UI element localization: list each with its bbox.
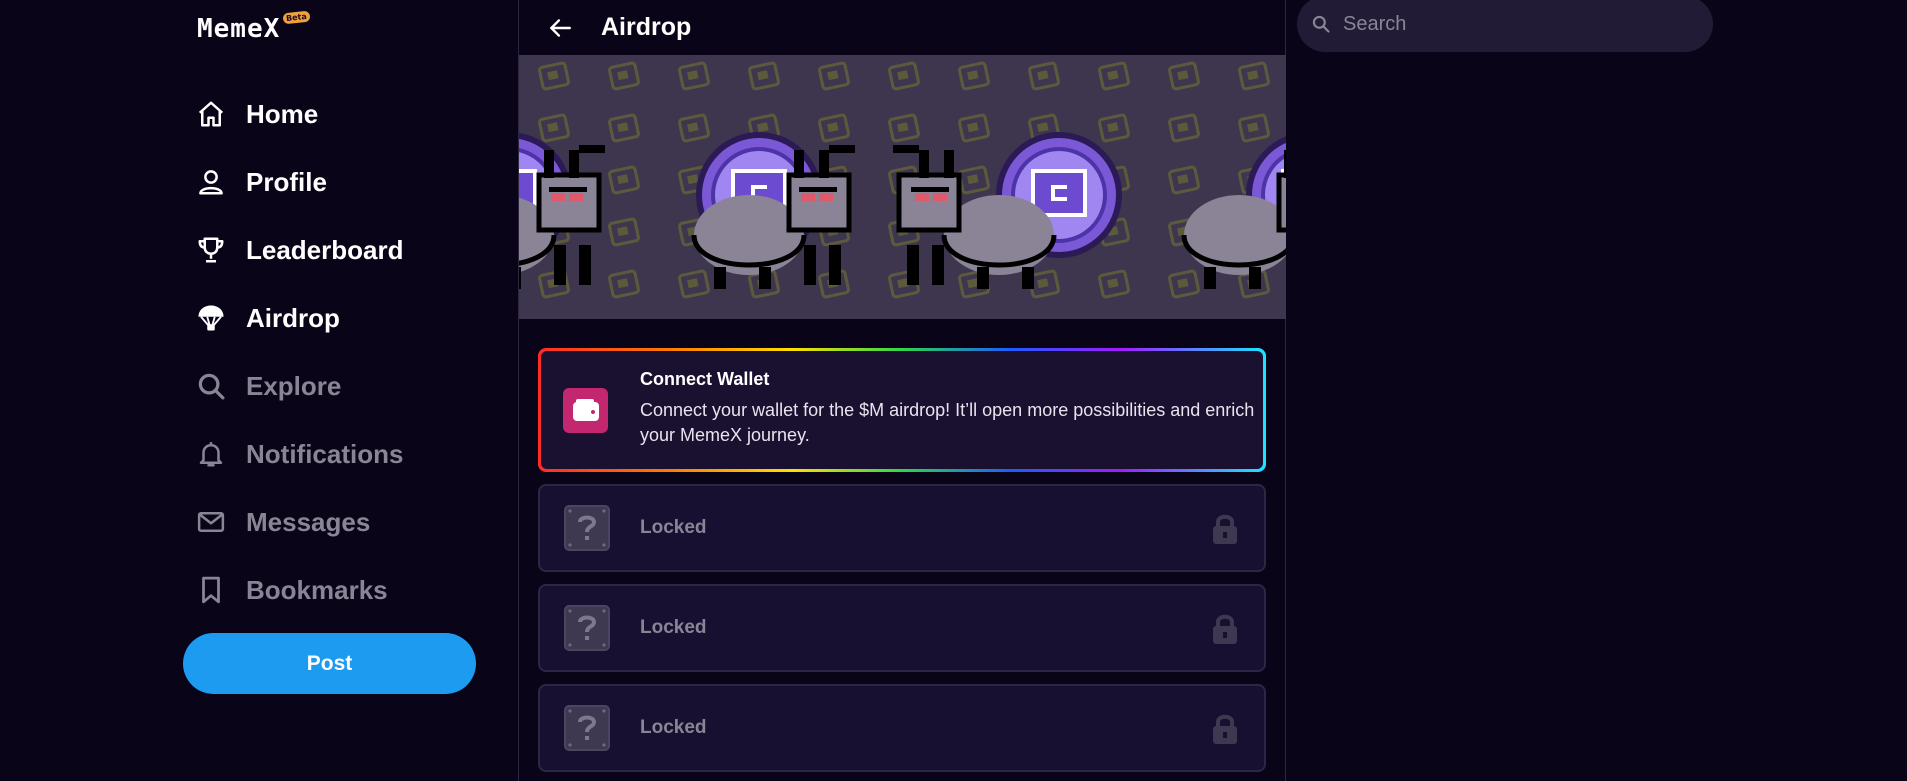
main-nav: Home Profile Leaderboard Airdrop Explore…	[196, 80, 476, 624]
mail-icon	[196, 505, 230, 539]
user-icon	[196, 165, 230, 199]
connect-wallet-card-body: Connect Wallet Connect your wallet for t…	[541, 351, 1263, 469]
nav-item-profile[interactable]: Profile	[196, 148, 476, 216]
nav-label: Bookmarks	[246, 574, 388, 605]
beta-badge: Beta	[282, 10, 311, 25]
nav-label: Profile	[246, 166, 327, 197]
main-column: Airdrop Connect Wallet Connect your wall…	[518, 0, 1286, 781]
nav-label: Home	[246, 98, 319, 129]
page-title: Airdrop	[601, 13, 692, 41]
memex-logo[interactable]: MemeX Beta	[197, 10, 311, 44]
question-block-icon	[564, 705, 610, 751]
lock-icon	[1213, 614, 1237, 644]
search-bar[interactable]	[1297, 0, 1713, 52]
locked-task-card: Locked	[538, 584, 1266, 672]
wallet-icon	[563, 387, 608, 433]
nav-item-bookmarks[interactable]: Bookmarks	[196, 556, 476, 624]
nav-item-leaderboard[interactable]: Leaderboard	[196, 216, 476, 284]
sidebar: MemeX Beta Home Profile Leaderboard Aird…	[0, 0, 518, 781]
back-arrow-icon[interactable]	[547, 13, 577, 43]
question-block-icon	[564, 605, 610, 651]
airdrop-banner-image	[519, 55, 1286, 319]
locked-task-card: Locked	[538, 684, 1266, 772]
bell-icon	[196, 437, 230, 471]
nav-item-explore[interactable]: Explore	[196, 352, 476, 420]
bookmark-icon	[196, 573, 230, 607]
home-icon	[196, 97, 230, 131]
trophy-icon	[196, 233, 230, 267]
nav-label: Messages	[246, 506, 371, 537]
nav-label: Notifications	[246, 438, 404, 469]
app-root: MemeX Beta Home Profile Leaderboard Aird…	[0, 0, 1907, 781]
locked-label: Locked	[640, 517, 707, 538]
nav-item-notifications[interactable]: Notifications	[196, 420, 476, 488]
connect-wallet-title: Connect Wallet	[640, 368, 770, 389]
nav-item-airdrop[interactable]: Airdrop	[196, 284, 476, 352]
parachute-icon	[196, 301, 230, 335]
question-block-icon	[564, 505, 610, 551]
airdrop-tasks: Connect Wallet Connect your wallet for t…	[538, 348, 1266, 772]
nav-label: Leaderboard	[246, 234, 404, 265]
search-icon	[196, 369, 230, 403]
locked-label: Locked	[640, 717, 707, 738]
nav-label: Airdrop	[246, 302, 340, 333]
nav-item-home[interactable]: Home	[196, 80, 476, 148]
locked-task-card: Locked	[538, 484, 1266, 572]
lock-icon	[1213, 714, 1237, 744]
nav-label: Explore	[246, 370, 342, 401]
search-icon	[1312, 15, 1330, 33]
post-button[interactable]: Post	[183, 633, 476, 694]
page-header: Airdrop	[519, 0, 1285, 55]
connect-wallet-text: Connect Wallet Connect your wallet for t…	[640, 369, 1260, 448]
locked-label: Locked	[640, 617, 707, 638]
connect-wallet-card[interactable]: Connect Wallet Connect your wallet for t…	[538, 348, 1266, 472]
lock-icon	[1213, 514, 1237, 544]
nav-item-messages[interactable]: Messages	[196, 488, 476, 556]
connect-wallet-description: Connect your wallet for the $M airdrop! …	[640, 399, 1255, 445]
logo-text: MemeX	[197, 14, 281, 44]
search-input[interactable]	[1343, 12, 1683, 36]
